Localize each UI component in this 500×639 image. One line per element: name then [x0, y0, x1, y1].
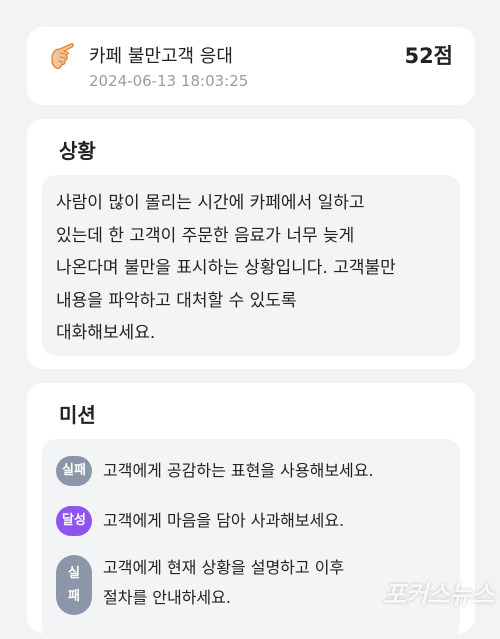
mission-line: 고객에게 현재 상황을 설명하고 이후: [103, 558, 345, 577]
badge-char: 실: [68, 566, 80, 581]
situation-line: 내용을 파악하고 대처할 수 있도록: [56, 290, 297, 311]
pointing-hand-icon: [51, 43, 74, 69]
mission-line: 절차를 안내하세요.: [103, 588, 231, 607]
situation-line: 나온다며 불만을 표시하는 상황입니다. 고객불만: [56, 258, 396, 278]
situation-line: 있는데 한 고객이 주문한 음료가 너무 늦게: [56, 225, 355, 246]
mission-heading: 미션: [59, 403, 96, 427]
header-card: 카페 불만고객 응대 2024-06-13 18:03:25 52점: [27, 27, 475, 105]
situation-description: 사람이 많이 몰리는 시간에 카페에서 일하고 있는데 한 고객이 주문한 음료…: [56, 187, 454, 350]
situation-card: 상황 사람이 많이 몰리는 시간에 카페에서 일하고 있는데 한 고객이 주문한…: [27, 119, 475, 369]
situation-line: 대화해보세요.: [56, 323, 156, 343]
mission-text: 고객에게 공감하는 표현을 사용해보세요.: [103, 461, 374, 480]
scenario-title: 카페 불만고객 응대: [89, 46, 233, 67]
score: 52점: [404, 44, 453, 68]
badge-char: 패: [68, 589, 80, 604]
mission-status-fail-badge: 실 패: [56, 555, 92, 615]
situation-box: 사람이 많이 몰리는 시간에 카페에서 일하고 있는데 한 고객이 주문한 음료…: [42, 175, 460, 356]
mission-text: 고객에게 마음을 담아 사과해보세요.: [103, 511, 345, 530]
news-watermark: 포커스뉴스: [383, 580, 494, 609]
mission-status-fail-badge: 실패: [56, 456, 92, 486]
session-datetime: 2024-06-13 18:03:25: [89, 72, 249, 90]
situation-line: 사람이 많이 몰리는 시간에 카페에서 일하고: [56, 193, 365, 213]
mission-status-success-badge: 달성: [56, 506, 92, 536]
situation-heading: 상황: [59, 139, 96, 163]
